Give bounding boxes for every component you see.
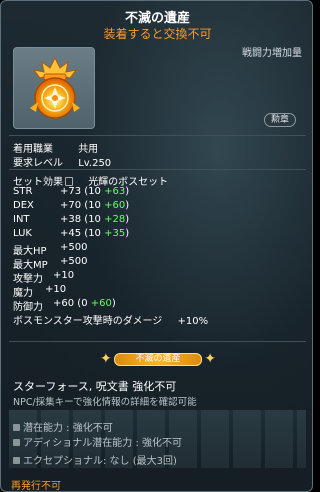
- stat-base: (10: [84, 200, 101, 211]
- stat-bonus: +28: [104, 214, 126, 225]
- stat-name: LUK: [13, 228, 32, 239]
- stat-row: 魔力 +10: [13, 284, 66, 299]
- stat-base: (10: [84, 228, 101, 239]
- stat-name: DEX: [13, 200, 34, 211]
- stat-row: LUK +45 (10 +35): [13, 228, 129, 239]
- stat-total: +73: [60, 186, 82, 197]
- item-tooltip: 不滅の遺産 装着すると交換不可 戦闘力増加量 勲章 着用職業 共用 要求レベル …: [0, 0, 313, 492]
- stat-row: 防御力 +60 (0 +60): [13, 298, 116, 313]
- stat-close: ): [125, 214, 130, 225]
- req-label: 着用職業: [13, 144, 53, 155]
- stat-close: ): [125, 200, 130, 211]
- stat-row: DEX +70 (10 +60): [13, 200, 129, 211]
- stat-row: INT +38 (10 +28): [13, 214, 129, 225]
- stat-close: ): [125, 186, 130, 197]
- stat-bonus: +35: [104, 228, 126, 239]
- item-name: 不滅の遺産: [124, 11, 190, 26]
- stat-bonus: +60: [104, 200, 126, 211]
- stat-row: 最大MP +500: [13, 256, 87, 271]
- stat-total: +70: [60, 200, 82, 211]
- stat-row: STR +73 (10 +63): [13, 186, 129, 197]
- stat-close: ): [111, 298, 116, 309]
- stat-total: +60: [53, 298, 75, 309]
- divider: [9, 341, 306, 342]
- stat-name: INT: [13, 214, 30, 225]
- medal-badge: 勲章: [264, 113, 296, 127]
- potential-text: 潜在能力 : 強化不可: [23, 423, 113, 434]
- stat-value: +500: [60, 242, 88, 253]
- requirement-level: 要求レベル Lv.250: [13, 154, 111, 169]
- bullet-icon: [13, 424, 20, 431]
- stat-close: ): [125, 228, 130, 239]
- item-icon-frame: [13, 47, 95, 129]
- combat-power-label: 戦闘力増加量: [242, 48, 302, 59]
- divider: [9, 135, 306, 136]
- stat-total: +45: [60, 228, 82, 239]
- legacy-banner: ✦ 不滅の遺産 ✦: [98, 348, 218, 372]
- potential-row: 潜在能力 : 強化不可: [13, 419, 113, 434]
- npc-note: NPC/採集キーで強化情報の詳細を確認可能: [13, 397, 197, 408]
- divider: [9, 169, 306, 170]
- req-label: 要求レベル: [13, 158, 63, 169]
- stat-base: (10: [84, 214, 101, 225]
- reissue-note: 再発行不可: [11, 481, 61, 492]
- stat-value: +10%: [177, 316, 209, 327]
- potential-text: エクセプショナル: なし (最大3回): [23, 456, 177, 467]
- stat-name: ボスモンスター攻撃時のダメージ: [13, 316, 163, 327]
- golden-medal-icon: [30, 56, 80, 119]
- potential-text: アディショナル潜在能力 : 強化不可: [23, 438, 183, 449]
- stat-bonus: +60: [90, 298, 112, 309]
- stat-name: STR: [13, 186, 33, 197]
- trade-restriction: 装着すると交換不可: [103, 27, 212, 41]
- sparkle-icon: ✦: [204, 351, 216, 367]
- star-force-note: スターフォース, 呪文書 強化不可: [13, 380, 177, 393]
- req-value: Lv.250: [78, 158, 112, 169]
- stat-base: (0: [77, 298, 88, 309]
- lock-icon: [65, 177, 73, 186]
- banner-label: 不滅の遺産: [135, 354, 181, 364]
- stat-base: (10: [84, 186, 101, 197]
- boss-damage-row: ボスモンスター攻撃時のダメージ +10%: [13, 312, 208, 327]
- stat-value: +10: [45, 284, 67, 295]
- stat-row: 最大HP +500: [13, 242, 87, 257]
- stat-bonus: +63: [104, 186, 126, 197]
- potential-row: アディショナル潜在能力 : 強化不可: [13, 434, 182, 449]
- stat-value: +500: [60, 256, 88, 267]
- bullet-icon: [13, 439, 20, 446]
- stat-row: 攻撃力 +10: [13, 270, 74, 285]
- requirement-job: 着用職業 共用: [13, 140, 98, 155]
- potential-row: エクセプショナル: なし (最大3回): [13, 452, 177, 467]
- stat-value: +10: [53, 270, 75, 281]
- bullet-icon: [13, 457, 20, 464]
- stat-total: +38: [60, 214, 82, 225]
